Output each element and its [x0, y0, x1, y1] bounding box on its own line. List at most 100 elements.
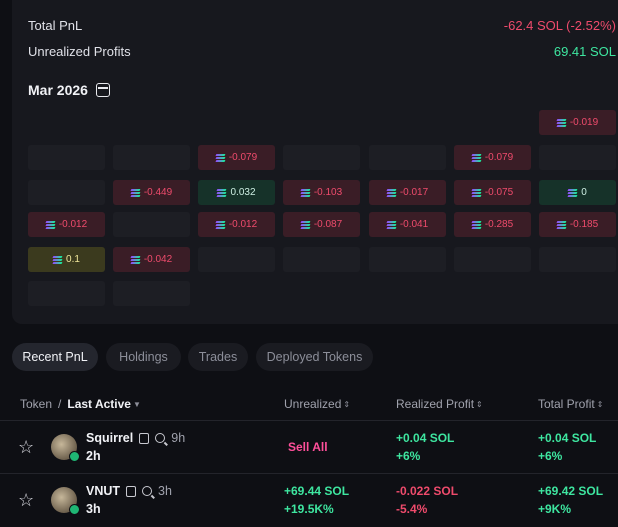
header-total[interactable]: Total Profit ⇕ [538, 397, 603, 411]
realized-pct: +6% [396, 449, 421, 463]
day-pnl-value: -0.079 [228, 152, 258, 163]
realized-sol: +0.04 SOL [396, 431, 455, 445]
header-slash: / [58, 397, 62, 411]
token-age: 3h [158, 484, 172, 498]
sort-icon[interactable]: ⇕ [476, 400, 483, 409]
calendar-empty-cell [369, 247, 446, 272]
calendar-day-cell[interactable]: -0.079 [198, 145, 275, 170]
day-pnl-value: -0.012 [58, 219, 88, 230]
unrealized-label: Unrealized Profits [28, 44, 131, 59]
total-pct: +6% [538, 449, 563, 463]
avatar [51, 487, 80, 515]
total-pnl-value: -62.4 SOL (-2.52%) [503, 18, 616, 33]
solana-icon [471, 188, 482, 197]
calendar-day-cell[interactable]: 0.1 [28, 247, 105, 272]
calendar-empty-cell [113, 281, 190, 306]
day-pnl-value: -0.285 [484, 219, 514, 230]
day-pnl-value: -0.075 [484, 187, 514, 198]
solana-icon [471, 153, 482, 162]
calendar-day-cell[interactable]: -0.042 [113, 247, 190, 272]
header-token[interactable]: Token / Last Active ▼ [20, 397, 141, 411]
solana-icon [300, 220, 311, 229]
solana-icon [300, 188, 311, 197]
calendar-empty-cell [28, 145, 105, 170]
calendar-day-cell[interactable]: -0.449 [113, 180, 190, 205]
day-pnl-value: -0.017 [399, 187, 429, 198]
day-pnl-value: -0.079 [484, 152, 514, 163]
calendar-day-cell[interactable]: -0.041 [369, 212, 446, 237]
calendar-day-cell[interactable]: -0.075 [454, 180, 531, 205]
token-name[interactable]: VNUT [86, 484, 120, 498]
token-age: 9h [171, 431, 186, 445]
calendar-empty-cell [369, 145, 446, 170]
calendar-empty-cell [283, 145, 360, 170]
sell-all-button[interactable]: Sell All [288, 440, 328, 454]
star-icon[interactable]: ☆ [18, 438, 36, 456]
search-icon[interactable] [155, 433, 166, 443]
token-name[interactable]: Squirrel [86, 431, 133, 445]
calendar-day-cell[interactable]: -0.019 [539, 110, 616, 135]
solana-icon [130, 255, 141, 264]
copy-icon[interactable] [139, 432, 150, 444]
calendar-day-cell[interactable]: -0.012 [28, 212, 105, 237]
header-realized[interactable]: Realized Profit ⇕ [396, 397, 483, 411]
search-icon[interactable] [142, 486, 153, 496]
solana-icon [215, 153, 226, 162]
platform-badge-icon [69, 451, 80, 462]
calendar-empty-cell [454, 247, 531, 272]
unrealized-value: 69.41 SOL [553, 44, 616, 59]
sort-icon[interactable]: ⇕ [343, 400, 350, 409]
calendar-day-cell[interactable]: -0.017 [369, 180, 446, 205]
solana-icon [556, 118, 567, 127]
sort-down-icon[interactable]: ▼ [133, 400, 141, 409]
day-pnl-value: -0.087 [313, 219, 343, 230]
calendar-day-cell[interactable]: -0.087 [283, 212, 360, 237]
token-name-row: Squirrel 9h [86, 431, 185, 445]
calendar-empty-cell [28, 180, 105, 205]
calendar-empty-cell [28, 281, 105, 306]
calendar-empty-cell [539, 145, 616, 170]
day-pnl-value: 0.1 [66, 254, 80, 265]
tab-trades[interactable]: Trades [188, 343, 248, 371]
tab-holdings[interactable]: Holdings [106, 343, 181, 371]
calendar-day-cell[interactable]: -0.285 [454, 212, 531, 237]
day-pnl-value: 0 [581, 187, 587, 198]
solana-icon [45, 220, 56, 229]
header-total-label: Total Profit [538, 397, 595, 411]
total-sol: +69.42 SOL [538, 484, 604, 498]
solana-icon [217, 188, 227, 197]
tab-recent-pnl[interactable]: Recent PnL [12, 343, 98, 371]
calendar-icon[interactable] [95, 83, 110, 97]
day-pnl-value: -0.019 [569, 117, 599, 128]
star-icon[interactable]: ☆ [18, 491, 36, 509]
day-pnl-value: -0.103 [313, 187, 343, 198]
unrealized-pct: +19.5K% [284, 502, 334, 516]
calendar-day-cell[interactable]: 0 [539, 180, 616, 205]
calendar-day-cell[interactable]: -0.012 [198, 212, 275, 237]
calendar-day-cell[interactable]: -0.103 [283, 180, 360, 205]
day-pnl-value: -0.449 [143, 187, 173, 198]
tab-deployed-tokens[interactable]: Deployed Tokens [256, 343, 373, 371]
header-unrealized[interactable]: Unrealized ⇕ [284, 397, 350, 411]
calendar-day-cell[interactable]: -0.079 [454, 145, 531, 170]
header-token-label: Token [20, 397, 53, 411]
sort-icon[interactable]: ⇕ [597, 400, 604, 409]
realized-sol: -0.022 SOL [396, 484, 459, 498]
solana-icon [386, 188, 397, 197]
header-last-active[interactable]: Last Active [67, 397, 131, 411]
divider [0, 473, 618, 474]
realized-pct: -5.4% [396, 502, 428, 516]
copy-icon[interactable] [126, 485, 137, 497]
solana-icon [215, 220, 226, 229]
header-unrealized-label: Unrealized [284, 397, 342, 411]
token-name-row: VNUT 3h [86, 484, 172, 498]
calendar-empty-cell [283, 247, 360, 272]
month-label: Mar 2026 [28, 82, 88, 98]
total-pnl-label: Total PnL [28, 18, 83, 33]
last-active: 3h [86, 502, 101, 516]
day-pnl-value: -0.185 [569, 219, 599, 230]
solana-icon [52, 255, 63, 264]
calendar-day-cell[interactable]: -0.185 [539, 212, 616, 237]
calendar-day-cell[interactable]: 0.032 [198, 180, 275, 205]
calendar-empty-cell [113, 145, 190, 170]
